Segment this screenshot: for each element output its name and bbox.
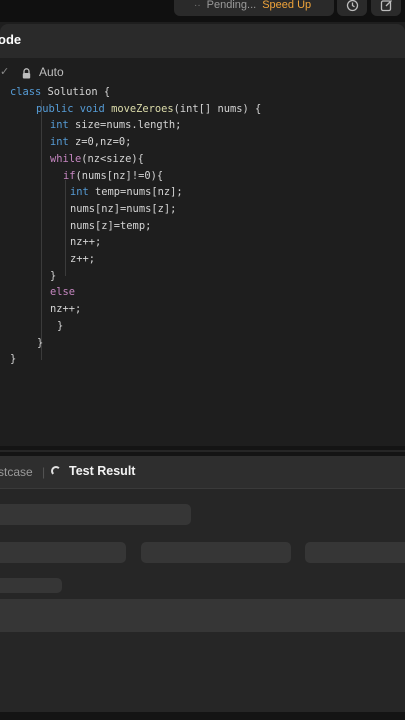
code-keyword: int — [50, 136, 69, 149]
tab-testcase[interactable]: stcase — [0, 465, 33, 479]
code-toolbar: ✓ Auto — [0, 58, 405, 87]
loading-skeleton-bar — [0, 599, 405, 632]
code-text: nums[nz]=nums[z]; — [70, 202, 177, 215]
loading-spinner-icon — [51, 466, 61, 476]
note-button[interactable] — [371, 0, 401, 16]
code-panel-header: ode — [0, 24, 405, 58]
indent-guide — [65, 180, 66, 276]
code-line: class Solution { — [10, 84, 110, 100]
code-text: moveZeroes(int[] nums) { — [111, 102, 262, 115]
lock-icon — [22, 66, 31, 84]
code-keyword: int — [50, 119, 69, 132]
code-line: nz++; — [70, 234, 101, 250]
code-keyword: if — [63, 169, 76, 182]
code-line: } — [57, 318, 63, 334]
code-line: z++; — [70, 251, 95, 267]
loading-skeleton-bar — [305, 542, 405, 563]
code-line: int z=0,nz=0; — [50, 134, 131, 150]
tab-test-result[interactable]: Test Result — [69, 464, 135, 478]
code-panel-title: ode — [0, 32, 22, 47]
auto-mode-toggle[interactable]: Auto — [39, 65, 64, 79]
code-text: z++; — [70, 253, 96, 265]
code-keyword: class — [10, 86, 42, 98]
code-line: while(nz<size){ — [50, 151, 144, 167]
code-text: } — [37, 336, 44, 349]
indent-guide — [41, 100, 42, 360]
code-keyword: while — [50, 152, 82, 165]
speed-up-link[interactable]: Speed Up — [262, 0, 311, 11]
code-line: int temp=nums[nz]; — [70, 184, 183, 200]
history-icon — [346, 0, 358, 11]
history-button[interactable] — [337, 0, 367, 16]
code-text: } — [50, 269, 57, 282]
code-text: nz++; — [70, 236, 102, 249]
code-line: nz++; — [50, 301, 81, 317]
code-keyword: int — [70, 186, 89, 199]
result-tabs: stcase | Test Result — [0, 456, 405, 489]
code-line: nums[nz]=nums[z]; — [70, 201, 176, 217]
code-text: (nums[nz]!=0){ — [75, 169, 164, 182]
submission-status-pill[interactable]: ·· Pending... Speed Up — [174, 0, 334, 16]
panel-resize-handle[interactable] — [0, 446, 405, 456]
code-line: if(nums[nz]!=0){ — [63, 168, 163, 184]
language-chevron-icon[interactable]: ✓ — [0, 65, 9, 78]
loading-skeleton-bar — [0, 578, 62, 593]
status-dots: ·· — [194, 0, 201, 11]
top-bar: ·· Pending... Speed Up — [0, 0, 405, 22]
code-line: } — [50, 268, 56, 284]
code-line: } — [37, 335, 43, 351]
code-text: nums[z]=temp; — [70, 219, 152, 232]
code-keyword: public void — [36, 102, 105, 115]
tab-separator: | — [42, 465, 46, 479]
loading-skeleton-bar — [0, 542, 126, 563]
code-text: } — [57, 319, 64, 332]
code-line: else — [50, 284, 75, 300]
resize-bar — [0, 450, 405, 452]
code-text: z=0,nz=0; — [68, 136, 132, 149]
note-icon — [380, 0, 392, 11]
code-line: nums[z]=temp; — [70, 218, 151, 234]
code-editor[interactable]: class Solution {public void moveZeroes(i… — [0, 84, 405, 446]
code-text: temp=nums[nz]; — [88, 186, 183, 199]
code-text: } — [10, 353, 17, 366]
code-text: nz++; — [50, 303, 82, 316]
code-text: size=nums.length; — [68, 119, 182, 132]
code-keyword: else — [50, 286, 76, 299]
bottom-strip — [0, 712, 405, 720]
result-panel: stcase | Test Result — [0, 456, 405, 712]
code-text: Solution { — [41, 86, 111, 98]
loading-skeleton-bar — [141, 542, 291, 563]
pending-label: Pending... — [206, 0, 257, 11]
loading-skeleton-bar — [0, 504, 191, 525]
code-line: } — [10, 351, 16, 367]
code-line: public void moveZeroes(int[] nums) { — [36, 101, 261, 117]
code-text: (nz<size){ — [81, 152, 144, 165]
code-line: int size=nums.length; — [50, 117, 181, 133]
